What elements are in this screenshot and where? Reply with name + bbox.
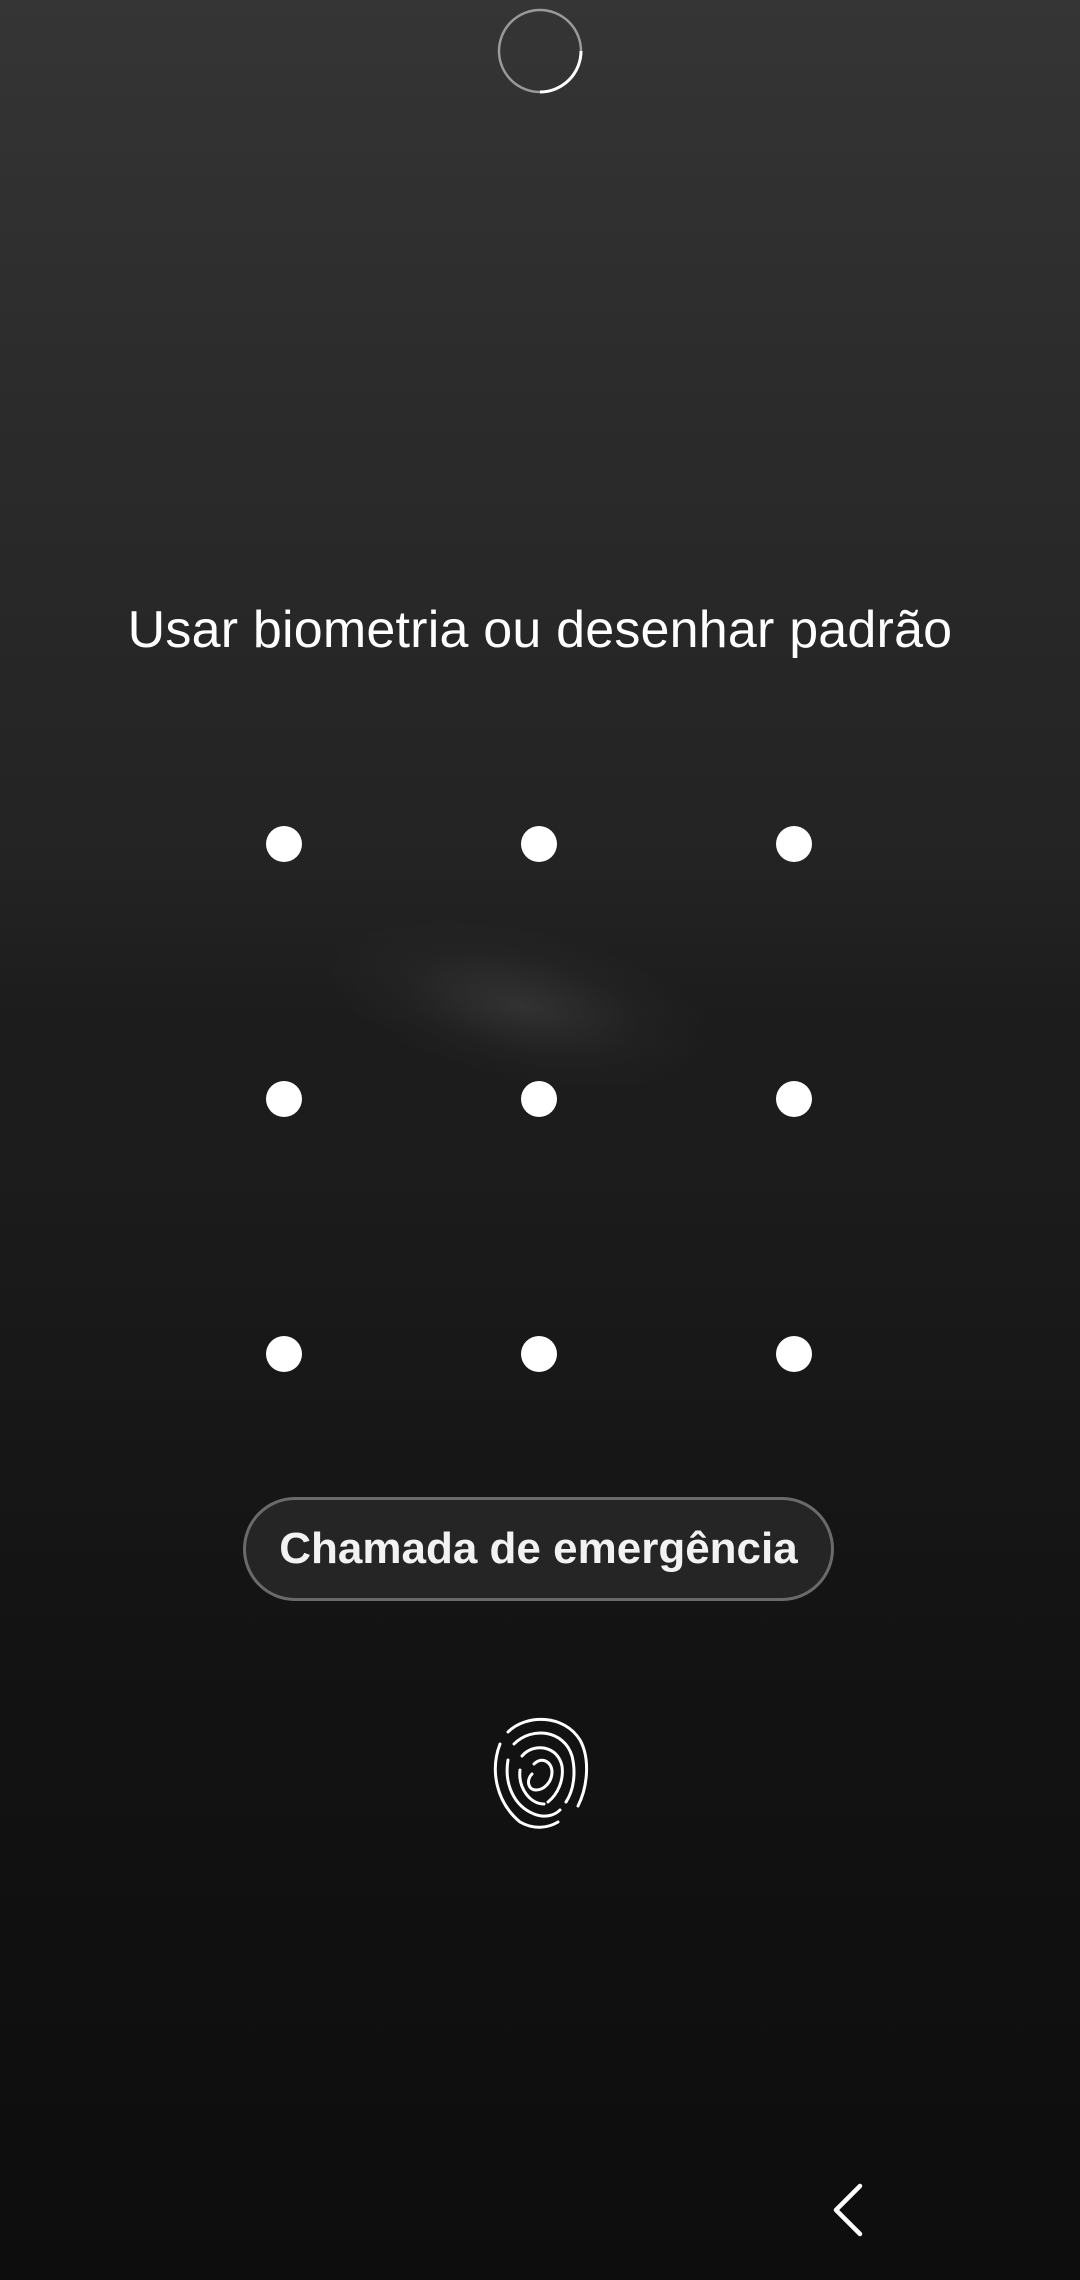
unlock-instruction: Usar biometria ou desenhar padrão <box>127 601 953 659</box>
pattern-dot[interactable] <box>521 1081 557 1117</box>
emergency-call-label: Chamada de emergência <box>279 1524 798 1573</box>
lock-status-ring-icon <box>497 8 583 94</box>
back-chevron-icon[interactable] <box>820 2180 880 2240</box>
pattern-dot[interactable] <box>266 1081 302 1117</box>
pattern-dot[interactable] <box>521 1336 557 1372</box>
pattern-dot[interactable] <box>776 826 812 862</box>
pattern-dot[interactable] <box>266 826 302 862</box>
emergency-call-button[interactable]: Chamada de emergência <box>243 1497 834 1601</box>
pattern-dot[interactable] <box>266 1336 302 1372</box>
pattern-dot[interactable] <box>776 1336 812 1372</box>
fingerprint-icon[interactable] <box>486 1710 592 1830</box>
pattern-dot[interactable] <box>776 1081 812 1117</box>
pattern-dot[interactable] <box>521 826 557 862</box>
pattern-grid[interactable] <box>184 744 949 1509</box>
